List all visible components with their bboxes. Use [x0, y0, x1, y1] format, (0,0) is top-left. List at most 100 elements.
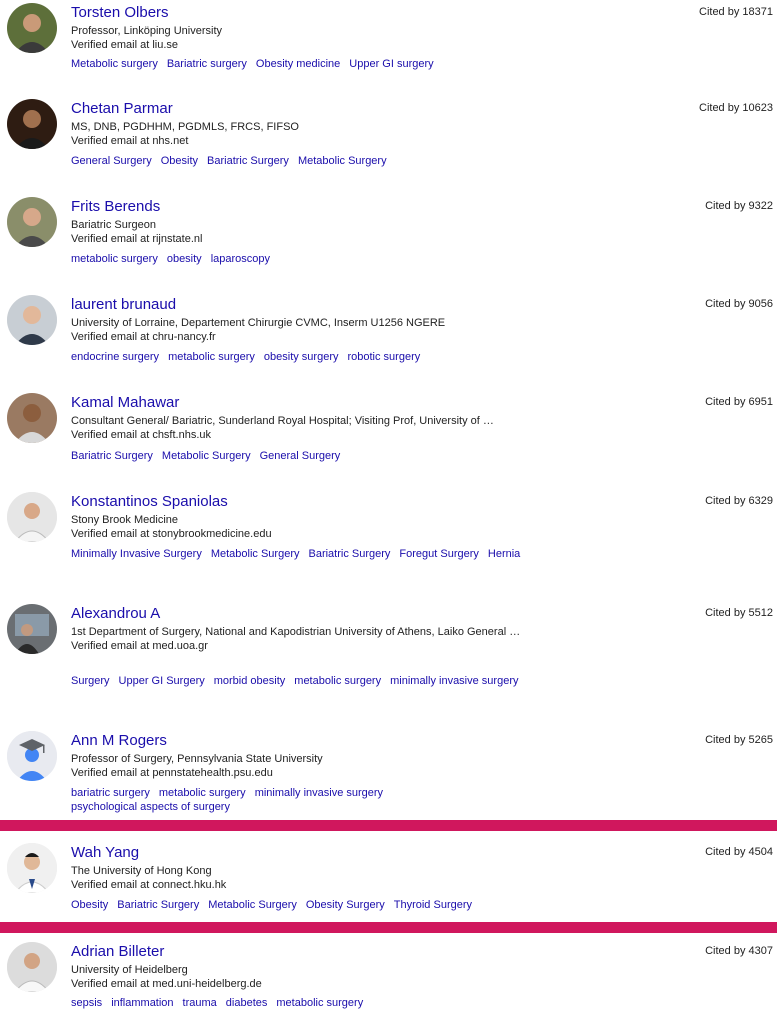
- interest-tag[interactable]: General Surgery: [260, 449, 341, 463]
- avatar[interactable]: [7, 604, 57, 654]
- interest-tag[interactable]: robotic surgery: [347, 350, 420, 364]
- interest-tag[interactable]: metabolic surgery: [294, 674, 381, 688]
- interest-tag[interactable]: metabolic surgery: [159, 786, 246, 800]
- verified-email: Verified email at chru-nancy.fr: [71, 331, 216, 343]
- affiliation: MS, DNB, PGDHHM, PGDMLS, FRCS, FIFSO: [71, 121, 299, 133]
- interest-tag[interactable]: Bariatric Surgery: [117, 898, 199, 912]
- cited-by-count[interactable]: Cited by 6951: [705, 394, 773, 410]
- affiliation: University of Heidelberg: [71, 964, 188, 976]
- verified-email: Verified email at med.uni-heidelberg.de: [71, 978, 262, 990]
- cited-by-count[interactable]: Cited by 9056: [705, 296, 773, 312]
- profile-name[interactable]: laurent brunaud: [71, 295, 176, 315]
- avatar[interactable]: [7, 731, 57, 781]
- avatar[interactable]: [7, 295, 57, 345]
- affiliation-block: University of Lorraine, Departement Chir…: [71, 316, 541, 344]
- profile-name[interactable]: Frits Berends: [71, 197, 160, 217]
- avatar[interactable]: [7, 3, 57, 53]
- profile-name[interactable]: Adrian Billeter: [71, 942, 164, 962]
- verified-email: Verified email at pennstatehealth.psu.ed…: [71, 767, 273, 779]
- interest-tag[interactable]: metabolic surgery: [71, 252, 158, 266]
- interest-tag[interactable]: obesity: [167, 252, 202, 266]
- interest-tag[interactable]: Metabolic Surgery: [298, 154, 387, 168]
- profile-name[interactable]: Kamal Mahawar: [71, 393, 179, 413]
- interest-tag[interactable]: Metabolic Surgery: [208, 898, 297, 912]
- interest-tag[interactable]: Obesity Surgery: [306, 898, 385, 912]
- avatar[interactable]: [7, 843, 57, 893]
- affiliation-block: The University of Hong Kong Verified ema…: [71, 864, 541, 892]
- cited-by-count[interactable]: Cited by 9322: [705, 198, 773, 214]
- interest-tag[interactable]: Surgery: [71, 674, 110, 688]
- interest-tag[interactable]: Obesity medicine: [256, 57, 340, 71]
- interest-tag[interactable]: Metabolic Surgery: [211, 547, 300, 561]
- interest-tags: Obesity Bariatric Surgery Metabolic Surger…: [71, 898, 541, 912]
- interest-tags: Metabolic surgery Bariatric surgery Obesit…: [71, 57, 541, 71]
- interest-tag[interactable]: Bariatric Surgery: [71, 449, 153, 463]
- affiliation: University of Lorraine, Departement Chir…: [71, 317, 446, 329]
- interest-tag[interactable]: Minimally Invasive Surgery: [71, 547, 202, 561]
- interest-tag[interactable]: Obesity: [161, 154, 198, 168]
- avatar[interactable]: [7, 492, 57, 542]
- interest-tag[interactable]: Bariatric Surgery: [308, 547, 390, 561]
- affiliation: The University of Hong Kong: [71, 865, 212, 877]
- cited-by-count[interactable]: Cited by 4504: [705, 844, 773, 860]
- avatar[interactable]: [7, 942, 57, 992]
- affiliation-block: Stony Brook Medicine Verified email at s…: [71, 513, 541, 541]
- interest-tag[interactable]: General Surgery: [71, 154, 152, 168]
- interest-tag[interactable]: Metabolic Surgery: [162, 449, 251, 463]
- highlight-bar-bottom: [0, 922, 777, 933]
- verified-email: Verified email at stonybrookmedicine.edu: [71, 528, 272, 540]
- affiliation: Professor, Linköping University: [71, 25, 223, 37]
- interest-tags: Bariatric Surgery Metabolic Surgery Genera…: [71, 449, 541, 463]
- cited-by-count[interactable]: Cited by 6329: [705, 493, 773, 509]
- cited-by-count[interactable]: Cited by 4307: [705, 943, 773, 959]
- interest-tag[interactable]: minimally invasive surgery: [255, 786, 383, 800]
- profile-name[interactable]: Wah Yang: [71, 843, 139, 863]
- interest-tag[interactable]: laparoscopy: [211, 252, 270, 266]
- cited-by-count[interactable]: Cited by 5265: [705, 732, 773, 748]
- interest-tag[interactable]: Bariatric surgery: [167, 57, 247, 71]
- affiliation: Bariatric Surgeon: [71, 219, 156, 231]
- interest-tag[interactable]: Thyroid Surgery: [394, 898, 472, 912]
- interest-tag[interactable]: Upper GI surgery: [349, 57, 433, 71]
- interest-tags: Surgery Upper GI Surgery morbid obesity met…: [71, 674, 541, 688]
- interest-tags: endocrine surgery metabolic surgery obesit…: [71, 350, 541, 364]
- affiliation-block: Professor of Surgery, Pennsylvania State…: [71, 752, 541, 780]
- interest-tag[interactable]: minimally invasive surgery: [390, 674, 518, 688]
- affiliation: Stony Brook Medicine: [71, 514, 178, 526]
- affiliation-block: Consultant General/ Bariatric, Sunderlan…: [71, 414, 541, 442]
- interest-tags: Minimally Invasive Surgery Metabolic Surg…: [71, 547, 541, 561]
- profile-name[interactable]: Chetan Parmar: [71, 99, 173, 119]
- interest-tag[interactable]: bariatric surgery: [71, 786, 150, 800]
- interest-tag[interactable]: Upper GI Surgery: [119, 674, 205, 688]
- affiliation-block: Bariatric Surgeon Verified email at rijn…: [71, 218, 541, 246]
- interest-tag[interactable]: Metabolic surgery: [71, 57, 158, 71]
- verified-email: Verified email at connect.hku.hk: [71, 879, 227, 891]
- interest-tag[interactable]: Bariatric Surgery: [207, 154, 289, 168]
- verified-email: Verified email at liu.se: [71, 39, 178, 51]
- affiliation-block: Professor, Linköping University Verified…: [71, 24, 541, 52]
- interest-tag[interactable]: Foregut Surgery: [399, 547, 478, 561]
- interest-tag[interactable]: Obesity: [71, 898, 108, 912]
- verified-email: Verified email at nhs.net: [71, 135, 189, 147]
- interest-tag[interactable]: psychological aspects of surgery: [71, 800, 230, 814]
- avatar[interactable]: [7, 393, 57, 443]
- interest-tags: metabolic surgery obesity laparoscopy: [71, 252, 541, 266]
- profile-name[interactable]: Torsten Olbers: [71, 3, 169, 23]
- affiliation-block: 1st Department of Surgery, National and …: [71, 625, 541, 653]
- interest-tag[interactable]: Hernia: [488, 547, 520, 561]
- profile-name[interactable]: Ann M Rogers: [71, 731, 167, 751]
- profile-name[interactable]: Alexandrou A: [71, 604, 160, 624]
- cited-by-count[interactable]: Cited by 5512: [705, 605, 773, 621]
- avatar[interactable]: [7, 99, 57, 149]
- interest-tag[interactable]: obesity surgery: [264, 350, 339, 364]
- cited-by-count[interactable]: Cited by 18371: [699, 4, 773, 20]
- highlight-bar-top: [0, 820, 777, 831]
- avatar[interactable]: [7, 197, 57, 247]
- interest-tags: General Surgery Obesity Bariatric Surgery M…: [71, 154, 541, 168]
- profile-name[interactable]: Konstantinos Spaniolas: [71, 492, 228, 512]
- cited-by-count[interactable]: Cited by 10623: [699, 100, 773, 116]
- interest-tags: bariatric surgery metabolic surgery minima…: [71, 786, 541, 814]
- interest-tag[interactable]: endocrine surgery: [71, 350, 159, 364]
- interest-tag[interactable]: metabolic surgery: [168, 350, 255, 364]
- interest-tag[interactable]: morbid obesity: [214, 674, 286, 688]
